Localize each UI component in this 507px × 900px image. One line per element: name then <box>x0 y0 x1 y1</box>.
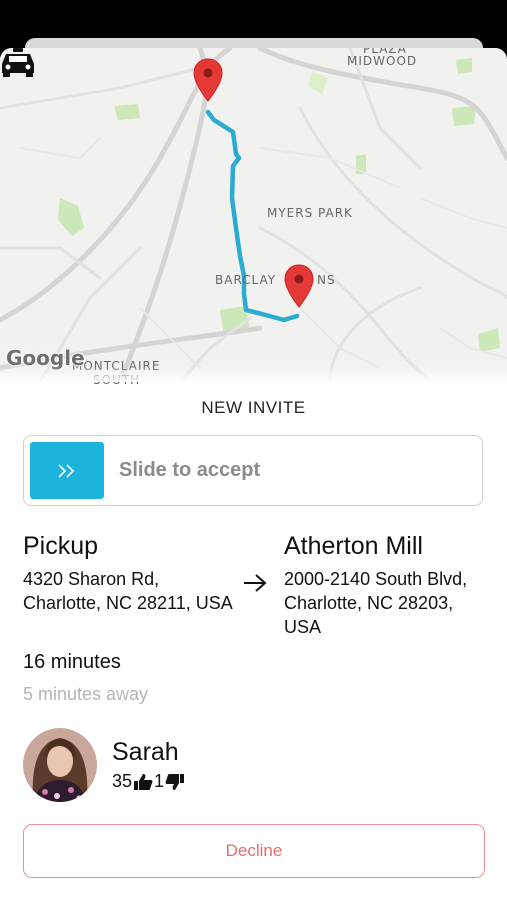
slider-handle[interactable] <box>30 442 104 499</box>
map-label-barclay-right: NS <box>317 273 336 287</box>
rider-name: Sarah <box>112 738 179 766</box>
avatar <box>23 728 97 802</box>
rider-rating: 35 1 <box>112 771 185 792</box>
map-label-midwood: MIDWOOD <box>347 54 418 68</box>
arrow-right-icon <box>244 574 267 592</box>
rider-photo <box>23 728 97 802</box>
page-title: NEW INVITE <box>201 398 306 417</box>
invite-card: PLAZA MIDWOOD MYERS PARK BARCLAY NS MONT… <box>0 48 507 900</box>
map-label-barclay: BARCLAY <box>215 273 277 287</box>
thumbs-up-icon <box>134 773 153 790</box>
map-roads <box>0 48 507 382</box>
double-chevron-right-icon <box>58 463 75 478</box>
eta-away: 5 minutes away <box>23 684 149 704</box>
pickup-address: 4320 Sharon Rd, Charlotte, NC 28211, USA <box>23 569 233 613</box>
thumbs-down-icon <box>165 773 185 790</box>
slide-to-accept-label: Slide to accept <box>119 459 261 481</box>
dropoff-address: 2000-2140 South Blvd, Charlotte, NC 2820… <box>284 569 468 637</box>
slide-to-accept[interactable]: Slide to accept <box>23 435 483 506</box>
car-icon <box>2 48 34 77</box>
decline-button[interactable]: Decline <box>23 824 485 878</box>
dropoff-title: Atherton Mill <box>284 532 423 560</box>
map-bottom-fade <box>0 366 507 382</box>
trip-duration: 16 minutes <box>23 651 121 673</box>
map-pin-icon[interactable] <box>284 264 314 308</box>
thumbs-up-count: 35 <box>112 771 133 791</box>
map-label-myers-park: MYERS PARK <box>267 206 353 220</box>
map-view[interactable]: PLAZA MIDWOOD MYERS PARK BARCLAY NS MONT… <box>0 48 507 387</box>
thumbs-down-count: 1 <box>154 771 165 791</box>
map-pin-icon[interactable] <box>193 58 223 102</box>
pickup-title: Pickup <box>23 532 99 560</box>
